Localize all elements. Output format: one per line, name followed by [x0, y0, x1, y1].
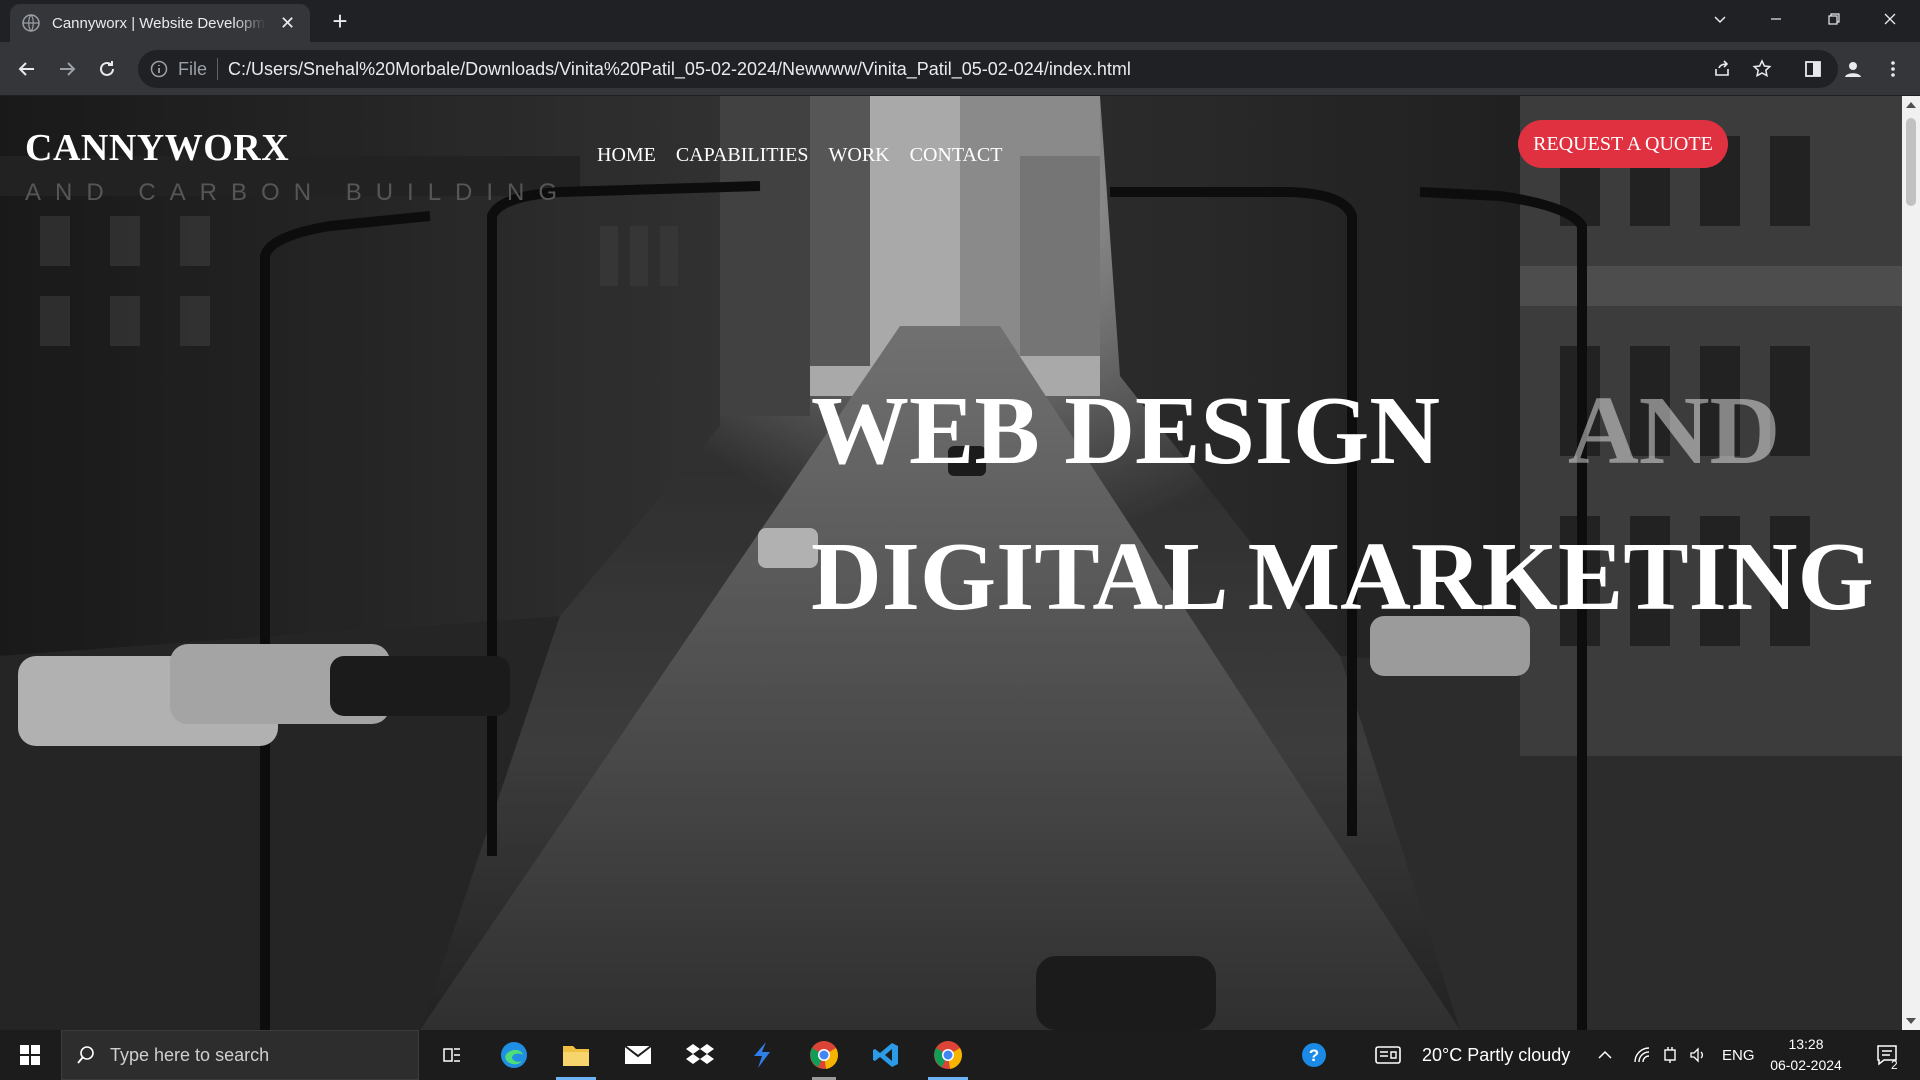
hero-headline: WEB DESIGN AND DIGITAL MARKETING	[811, 358, 1874, 650]
tab-close-icon[interactable]: ✕	[280, 14, 295, 32]
language-indicator[interactable]: ENG	[1722, 1030, 1755, 1080]
restore-icon	[1828, 13, 1840, 25]
taskbar-chrome[interactable]	[920, 1030, 976, 1080]
nav-capabilities[interactable]: CAPABILITIES	[676, 144, 809, 167]
taskbar-app-bolt[interactable]	[734, 1030, 790, 1080]
help-icon: ?	[1302, 1043, 1326, 1067]
page-scrollbar[interactable]	[1902, 96, 1920, 1030]
bookmark-button[interactable]	[1746, 50, 1778, 88]
search-icon	[77, 1046, 94, 1064]
back-button[interactable]	[12, 54, 42, 84]
scroll-down-arrow-icon[interactable]	[1906, 1018, 1916, 1024]
vscode-icon	[873, 1043, 898, 1067]
taskbar-dropbox[interactable]	[672, 1030, 728, 1080]
chevron-down-icon	[1714, 16, 1726, 24]
request-quote-button[interactable]: REQUEST A QUOTE	[1518, 120, 1728, 168]
page-viewport: AND CARBON BUILDING CANNYWORX HOME CAPAB…	[0, 96, 1902, 1030]
more-vertical-icon	[1891, 61, 1895, 77]
clock-date: 06-02-2024	[1770, 1057, 1842, 1073]
profile-button[interactable]	[1838, 54, 1868, 84]
task-view-icon	[443, 1048, 460, 1062]
edge-icon	[501, 1042, 527, 1068]
nav-contact[interactable]: CONTACT	[910, 144, 1003, 167]
clock[interactable]: 13:28 06-02-2024	[1766, 1034, 1846, 1076]
info-icon[interactable]	[150, 60, 168, 78]
news-weather-icon	[1375, 1046, 1401, 1064]
address-divider	[217, 58, 219, 80]
notification-count-badge: 2	[1891, 1058, 1898, 1072]
tab-search-button[interactable]	[1692, 0, 1748, 38]
weather-icon[interactable]	[1368, 1030, 1408, 1080]
new-tab-button[interactable]: +	[326, 8, 354, 36]
tab-title: Cannyworx | Website Development	[52, 14, 266, 32]
taskbar-mail[interactable]	[610, 1030, 666, 1080]
menu-button[interactable]	[1878, 54, 1908, 84]
arrow-left-icon	[18, 62, 34, 76]
taskbar-file-explorer[interactable]	[548, 1030, 604, 1080]
minimize-icon	[1771, 18, 1781, 20]
share-button[interactable]	[1706, 50, 1738, 88]
address-bar[interactable]: File C:/Users/Snehal%20Morbale/Downloads…	[138, 50, 1838, 88]
minimize-button[interactable]	[1748, 0, 1804, 38]
address-url[interactable]: C:/Users/Snehal%20Morbale/Downloads/Vini…	[228, 59, 1131, 80]
taskbar-chrome-profile[interactable]	[796, 1030, 852, 1080]
nav-home[interactable]: HOME	[597, 144, 656, 167]
taskbar-help[interactable]: ?	[1286, 1030, 1342, 1080]
profile-icon	[1845, 62, 1861, 77]
browser-tab-bar: Cannyworx | Website Development ✕ +	[0, 0, 1920, 42]
address-scheme: File	[178, 58, 208, 79]
taskbar-search-placeholder: Type here to search	[110, 1044, 270, 1065]
speaker-icon	[1690, 1047, 1703, 1063]
chrome-icon	[810, 1041, 838, 1069]
scrollbar-thumb[interactable]	[1906, 118, 1916, 206]
close-window-button[interactable]	[1862, 0, 1918, 38]
headline-web-design: WEB DESIGN	[811, 377, 1441, 485]
network-icon[interactable]	[1628, 1030, 1656, 1080]
chrome-icon	[934, 1041, 962, 1069]
windows-taskbar: Type here to search ? 20°C Partly cloudy	[0, 1030, 1920, 1080]
site-logo[interactable]: CANNYWORX	[25, 126, 289, 170]
taskbar-vscode[interactable]	[858, 1030, 914, 1080]
volume-icon[interactable]	[1684, 1030, 1712, 1080]
task-view-button[interactable]	[424, 1030, 480, 1080]
restore-button[interactable]	[1806, 0, 1862, 38]
headline-line-2: DIGITAL MARKETING	[811, 523, 1874, 631]
windows-logo-icon	[20, 1045, 40, 1065]
star-icon	[1752, 59, 1772, 78]
bolt-icon	[754, 1042, 770, 1068]
dropbox-icon	[686, 1044, 714, 1064]
reload-button[interactable]	[92, 54, 122, 84]
headline-line-1: WEB DESIGN AND	[811, 358, 1874, 504]
mail-icon	[624, 1045, 652, 1064]
headline-and: AND	[1568, 377, 1781, 485]
wifi-icon	[1634, 1047, 1650, 1063]
globe-icon	[22, 14, 40, 32]
battery-icon[interactable]	[1656, 1030, 1684, 1080]
clock-time: 13:28	[1788, 1036, 1824, 1052]
forward-button[interactable]	[52, 54, 82, 84]
notification-center-button[interactable]: 2	[1860, 1030, 1916, 1080]
svg-text:?: ?	[1309, 1046, 1319, 1065]
scroll-up-arrow-icon[interactable]	[1906, 102, 1916, 108]
taskbar-edge[interactable]	[486, 1030, 542, 1080]
chevron-up-icon	[1598, 1050, 1612, 1059]
start-button[interactable]	[0, 1030, 60, 1080]
site-nav: HOME CAPABILITIES WORK CONTACT	[597, 144, 1022, 167]
folder-icon	[563, 1046, 589, 1066]
power-plug-icon	[1664, 1047, 1676, 1063]
side-panel-button[interactable]	[1798, 54, 1828, 84]
show-hidden-icons-button[interactable]	[1590, 1030, 1620, 1080]
nav-work[interactable]: WORK	[829, 144, 890, 167]
browser-tab[interactable]: Cannyworx | Website Development ✕	[10, 4, 310, 42]
share-icon	[1715, 60, 1729, 76]
side-panel-icon	[1805, 61, 1821, 77]
taskbar-search-box[interactable]: Type here to search	[61, 1030, 419, 1080]
browser-toolbar: File C:/Users/Snehal%20Morbale/Downloads…	[0, 42, 1920, 96]
weather-text[interactable]: 20°C Partly cloudy	[1422, 1030, 1570, 1080]
reload-icon	[100, 61, 114, 76]
arrow-right-icon	[60, 62, 76, 76]
close-icon	[1884, 13, 1896, 25]
